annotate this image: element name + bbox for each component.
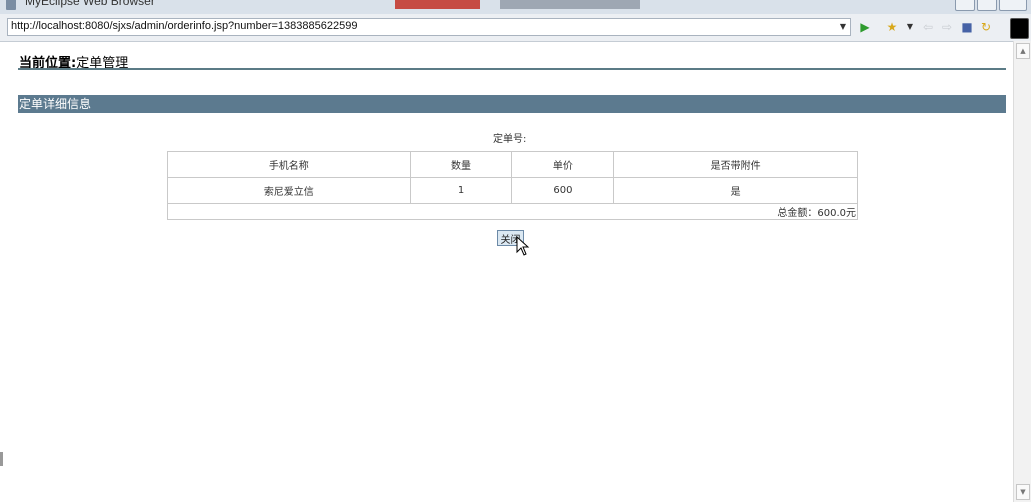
vertical-scrollbar[interactable]: ▲ ▼ <box>1013 41 1031 502</box>
table-cell: 索尼爱立信 <box>167 177 411 204</box>
forward-arrow-icon[interactable]: ⇨ <box>940 19 954 35</box>
table-row: 索尼爱立信 1 600 是 <box>167 177 858 204</box>
maximize-button[interactable] <box>977 0 997 11</box>
app-icon <box>6 0 16 10</box>
mouse-cursor-icon <box>516 236 530 256</box>
address-dropdown-icon[interactable]: ▼ <box>840 22 846 31</box>
section-title: 定单详细信息 <box>19 97 92 111</box>
table-cell: 是 <box>613 177 858 204</box>
scroll-up-icon[interactable]: ▲ <box>1016 43 1030 59</box>
stop-icon[interactable]: ■ <box>960 19 974 35</box>
scroll-down-icon[interactable]: ▼ <box>1016 484 1030 500</box>
back-arrow-icon[interactable]: ⇦ <box>921 19 935 35</box>
total-amount: 总金额：600.0元 <box>167 203 858 220</box>
divider <box>18 68 1006 70</box>
refresh-icon[interactable]: ↻ <box>979 19 993 35</box>
edge-marker <box>0 452 3 466</box>
minimize-button[interactable] <box>955 0 975 11</box>
total-row: 总金额：600.0元 <box>167 203 858 220</box>
order-number-label: 定单号: <box>493 134 527 145</box>
table-cell: 1 <box>409 177 513 204</box>
table-cell: 600 <box>511 177 615 204</box>
play-icon[interactable]: ▶ <box>858 19 872 35</box>
column-header: 数量 <box>409 151 513 178</box>
column-header: 手机名称 <box>167 151 411 178</box>
close-window-button[interactable] <box>999 0 1027 11</box>
order-detail-table: 手机名称 数量 单价 是否带附件 索尼爱立信 1 600 是 总金额：600.0… <box>167 151 858 220</box>
browser-toolbar: http://localhost:8080/sjxs/admin/orderin… <box>0 14 1031 42</box>
table-header-row: 手机名称 数量 单价 是否带附件 <box>167 151 858 178</box>
address-text[interactable]: http://localhost:8080/sjxs/admin/orderin… <box>11 20 357 32</box>
address-bar[interactable]: http://localhost:8080/sjxs/admin/orderin… <box>7 18 851 36</box>
window-titlebar: MyEclipse Web Browser <box>0 0 1031 14</box>
section-header: 定单详细信息 <box>18 95 1006 113</box>
column-header: 单价 <box>511 151 615 178</box>
panel-toggle-button[interactable] <box>1010 18 1029 39</box>
window-title: MyEclipse Web Browser <box>25 0 155 8</box>
favorites-dropdown-icon[interactable]: ▼ <box>903 19 917 35</box>
column-header: 是否带附件 <box>613 151 858 178</box>
star-icon[interactable]: ★ <box>885 19 899 35</box>
background-strip-2 <box>500 0 640 9</box>
background-strip <box>395 0 480 9</box>
